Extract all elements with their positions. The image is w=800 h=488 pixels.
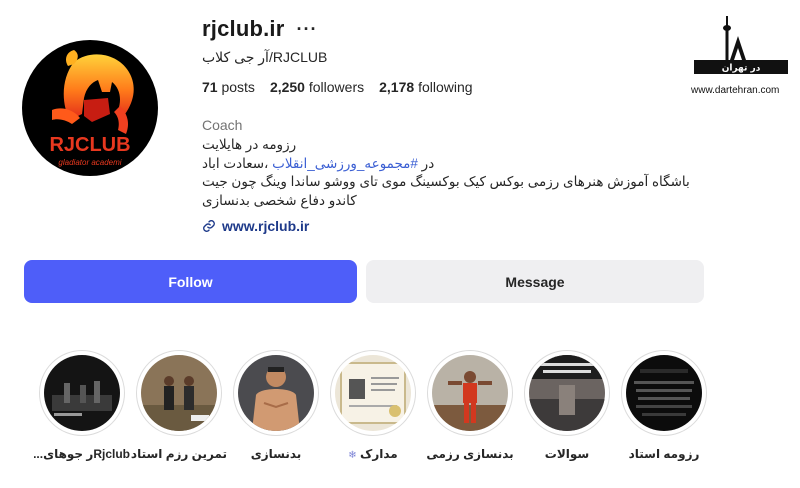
highlight-item[interactable]: رزومه استاد [619,350,709,461]
highlight-label: بدنسازی [250,447,302,461]
follow-button[interactable]: Follow [24,260,357,303]
profile-stats: 71 posts 2,250 followers 2,178 following [202,79,473,95]
following-label: following [418,79,473,95]
snowflake-icon: ❄ [348,450,357,461]
highlight-thumbnail [335,355,411,431]
highlight-item[interactable]: بدنسازی رزمی [425,350,515,461]
followers-label: followers [308,79,365,95]
bio-line-2: در #مجموعه_ورزشی_انقلاب ،سعادت اباد [202,155,434,174]
highlight-thumbnail [432,355,508,431]
posts-count: 71 [202,79,218,95]
posts-label: posts [221,79,255,95]
profile-username: rjclub.ir [202,16,285,41]
watermark-url: www.dartehran.com [691,85,780,96]
bio-hashtag-link[interactable]: #مجموعه_ورزشی_انقلاب [272,156,418,171]
highlight-thumbnail [529,355,605,431]
highlight-label: Rjclubر جوهای... [34,447,130,461]
followers-link[interactable]: 2,250 followers [270,79,364,95]
highlight-ring [233,350,319,436]
gladiator-helmet-logo: RJCLUB gladiator academi [49,50,134,167]
story-highlights: رزومه استاد سوالات بدنسازی رزمی مدارک ❄ … [0,350,800,470]
website-link[interactable]: www.rjclub.ir [202,218,309,234]
avatar-brand-text: RJCLUB [49,134,130,156]
following-count: 2,178 [379,79,415,95]
highlight-label: سوالات [544,447,590,461]
followers-count: 2,250 [269,79,305,95]
avatar-tagline-text: gladiator academi [58,158,121,167]
highlight-label: تمرین رزم استاد [131,447,227,461]
highlight-ring [330,350,416,436]
highlight-label: رزومه استاد [628,447,700,461]
message-button[interactable]: Message [366,260,704,303]
bio-line-2-suffix: ،سعادت اباد [202,155,273,171]
following-link[interactable]: 2,178 following [379,79,472,95]
website-url: www.rjclub.ir [222,218,310,234]
highlight-item[interactable]: تمرین رزم استاد [131,350,227,461]
logo-text: در تهران [722,64,761,74]
highlight-ring [621,350,707,436]
highlight-thumbnail [44,355,120,431]
highlight-item[interactable]: بدنسازی [231,350,321,461]
highlight-ring [524,350,610,436]
bio-line-4: کاندو دفاع شخصی بدنسازی [202,192,357,208]
highlight-label: مدارک ❄ [348,447,397,461]
posts-stat: 71 posts [202,79,255,95]
highlight-ring [136,350,222,436]
profile-bio: رزومه در هایلایت در #مجموعه_ورزشی_انقلاب… [202,136,722,210]
highlight-label: بدنسازی رزمی [426,447,514,461]
profile-full-name: آر جی کلاب/RJCLUB [202,49,328,65]
profile-avatar[interactable]: RJCLUB gladiator academi [22,40,158,176]
profile-category: Coach [202,117,243,133]
highlight-thumbnail [238,355,314,431]
highlight-item[interactable]: سوالات [522,350,612,461]
link-icon [203,220,215,232]
bio-line-3: باشگاه آموزش هنرهای رزمی بوکس کیک بوکسین… [202,174,690,189]
bio-line-1: رزومه در هایلایت [202,137,297,152]
highlight-ring [427,350,513,436]
highlight-thumbnail [626,355,702,431]
highlight-item[interactable]: مدارک ❄ [328,350,418,461]
bio-line-2-prefix: در [417,155,435,171]
more-options-icon[interactable]: ··· [297,20,318,38]
highlight-label-text: مدارک [360,447,398,461]
highlight-item[interactable]: Rjclubر جوهای... [34,350,130,461]
highlight-ring [39,350,125,436]
username-row: rjclub.ir ··· [202,14,317,44]
highlight-thumbnail [141,355,217,431]
milad-tower-icon: در تهران [694,16,788,74]
